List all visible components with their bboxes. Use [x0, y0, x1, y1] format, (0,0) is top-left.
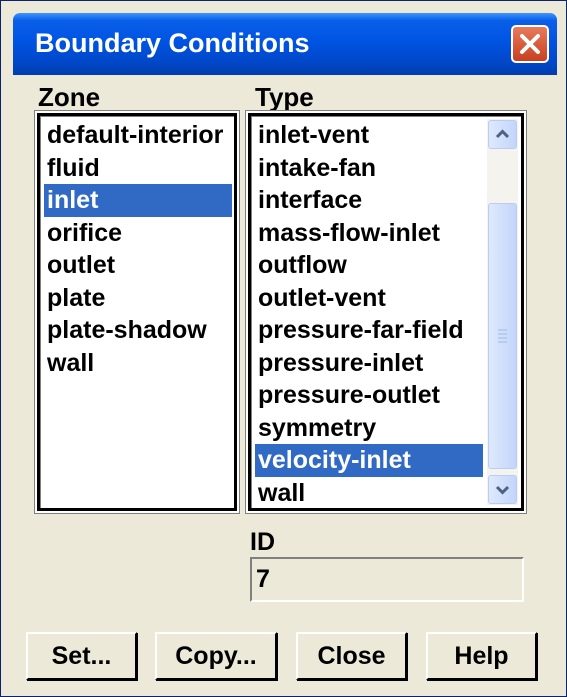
type-listbox[interactable]: inlet-vent intake-fan interface mass-flow-i… [248, 113, 524, 511]
title-bar[interactable]: Boundary Conditions [13, 13, 557, 75]
chevron-down-icon [495, 485, 510, 495]
scroll-down-button[interactable] [488, 475, 517, 504]
type-list-item[interactable]: symmetry [255, 412, 483, 445]
type-list-item[interactable]: velocity-inlet [255, 444, 483, 477]
zone-listbox[interactable]: default-interior fluid inlet orifice outlet p… [37, 113, 237, 511]
type-list-item[interactable]: interface [255, 184, 483, 217]
id-value: 7 [256, 565, 270, 593]
type-list-item[interactable]: pressure-inlet [255, 347, 483, 380]
help-button[interactable]: Help [426, 632, 537, 680]
zone-list-item[interactable]: plate-shadow [44, 314, 232, 347]
zone-list-item[interactable]: default-interior [44, 119, 232, 152]
set-button[interactable]: Set... [26, 632, 137, 680]
scroll-thumb[interactable] [488, 203, 517, 469]
type-list-item[interactable]: outlet-vent [255, 282, 483, 315]
zone-list-item[interactable]: wall [44, 347, 232, 380]
zone-list-item[interactable]: plate [44, 282, 232, 315]
zone-label: Zone [38, 82, 101, 112]
type-list-item[interactable]: mass-flow-inlet [255, 217, 483, 250]
type-scrollbar[interactable] [487, 119, 518, 505]
id-field: 7 [250, 557, 524, 602]
type-label: Type [255, 82, 314, 112]
type-list-item[interactable]: pressure-far-field [255, 314, 483, 347]
id-label: ID [250, 528, 275, 556]
close-button[interactable]: Close [296, 632, 407, 680]
copy-button[interactable]: Copy... [155, 632, 277, 680]
close-icon [520, 34, 540, 54]
type-list-item[interactable]: pressure-outlet [255, 379, 483, 412]
scroll-up-button[interactable] [488, 120, 517, 149]
window-title: Boundary Conditions [35, 28, 310, 58]
type-list-item[interactable]: inlet-vent [255, 119, 483, 152]
zone-list-item[interactable]: fluid [44, 152, 232, 185]
chevron-up-icon [495, 129, 510, 139]
zone-list-item[interactable]: orifice [44, 217, 232, 250]
type-list-item[interactable]: wall [255, 477, 483, 509]
grip-icon [498, 329, 507, 343]
type-list-item[interactable]: outflow [255, 249, 483, 282]
close-window-button[interactable] [511, 25, 549, 63]
zone-list-item[interactable]: inlet [44, 184, 232, 217]
zone-list-item[interactable]: outlet [44, 249, 232, 282]
type-list-item[interactable]: intake-fan [255, 152, 483, 185]
